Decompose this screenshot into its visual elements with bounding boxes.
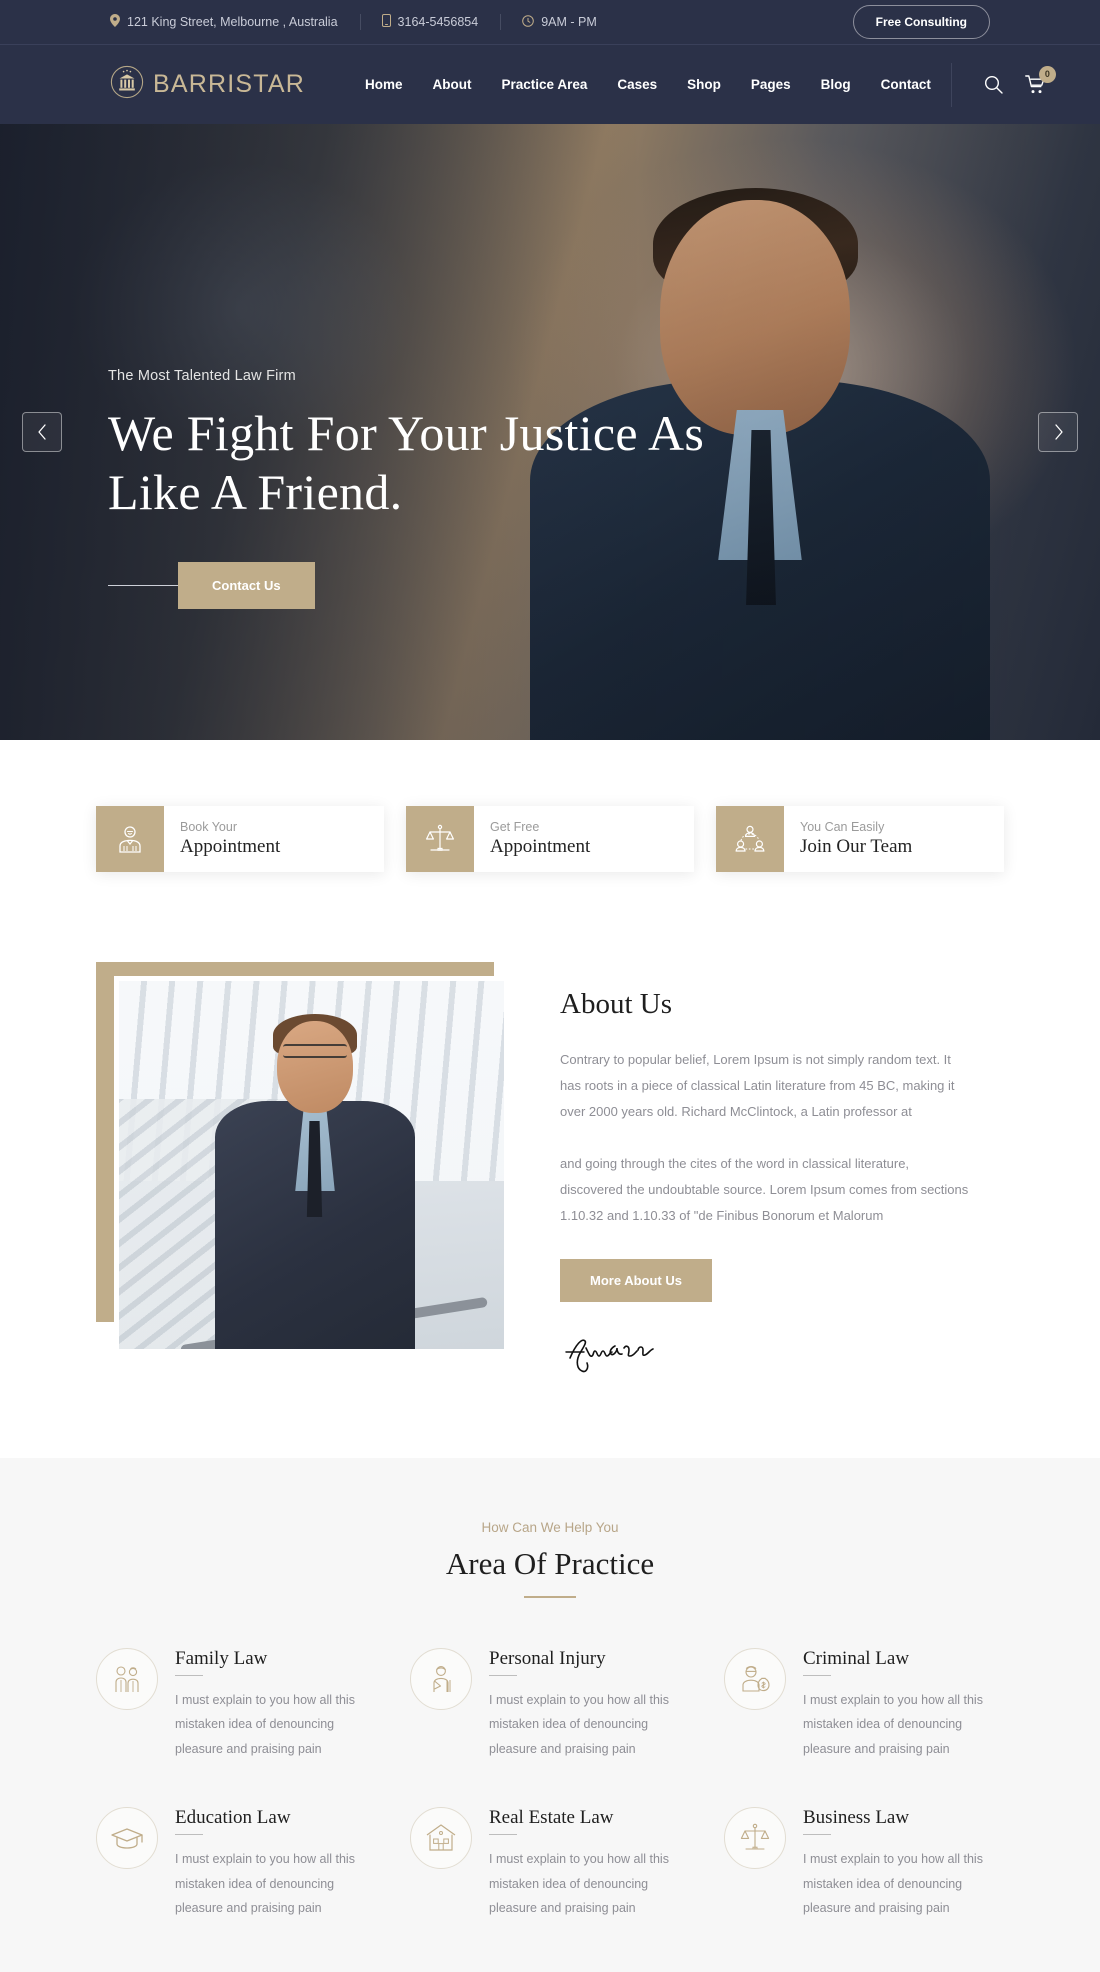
location-pin-icon [110,14,120,30]
about-section: About Us Contrary to popular belief, Lor… [0,916,1100,1458]
free-consulting-button[interactable]: Free Consulting [852,5,990,39]
feature-subtitle: Get Free [490,820,540,834]
practice-card-description: I must explain to you how all this mista… [175,1693,355,1756]
hero-title: We Fight For Your Justice As Like A Frie… [108,404,704,522]
phone-item: 3164-5456854 [360,14,501,30]
feature-title: Appointment [180,836,281,857]
practice-eyebrow: How Can We Help You [481,1520,619,1535]
courthouse-logo-icon [110,65,144,104]
practice-card-description: I must explain to you how all this mista… [803,1693,983,1756]
practice-card-personal-injury[interactable]: Personal Injury I must explain to you ho… [410,1648,690,1761]
main-navigation-bar: BARRISTAR Home About Practice Area Cases… [0,44,1100,124]
injured-person-icon [410,1648,472,1710]
top-bar: 121 King Street, Melbourne , Australia 3… [0,0,1100,44]
phone-icon [381,14,391,30]
feature-cards-row: Book Your Appointment Get Free Appointme… [0,740,1100,916]
nav-item-shop[interactable]: Shop [687,77,721,92]
hero-eyebrow: The Most Talented Law Firm [108,368,296,384]
hero-next-arrow-icon[interactable] [1038,412,1078,452]
team-icon [716,806,784,872]
person-tie-icon [96,806,164,872]
practice-card-real-estate-law[interactable]: Real Estate Law I must explain to you ho… [410,1807,690,1920]
hero-title-line-1: We Fight For Your Justice As [108,405,705,461]
about-title: About Us [560,988,672,1020]
practice-card-title: Personal Injury [489,1648,606,1669]
nav-item-practice-area[interactable]: Practice Area [502,77,588,92]
house-icon [410,1807,472,1870]
scales-icon [406,806,474,872]
address-item: 121 King Street, Melbourne , Australia [110,14,360,30]
nav-menu: Home About Practice Area Cases Shop Page… [365,77,931,92]
hero-prev-arrow-icon[interactable] [22,412,62,452]
feature-card-get-free-appointment[interactable]: Get Free Appointment [406,806,694,872]
area-of-practice-section: How Can We Help You Area Of Practice Fam… [0,1458,1100,1972]
feature-card-book-appointment[interactable]: Book Your Appointment [96,806,384,872]
practice-card-underline [489,1834,517,1836]
scales-icon [724,1807,786,1870]
family-couple-icon [96,1648,158,1710]
practice-card-underline [803,1834,831,1836]
practice-card-underline [489,1675,517,1676]
practice-card-title: Education Law [175,1807,291,1829]
practice-card-title: Real Estate Law [489,1807,614,1829]
feature-subtitle: You Can Easily [800,820,885,834]
signature-image [560,1328,1004,1374]
nav-item-cases[interactable]: Cases [617,77,657,92]
more-about-us-button[interactable]: More About Us [560,1259,712,1302]
cart-count-badge: 0 [1038,65,1056,83]
logo-wordmark: BARRISTAR [153,70,306,98]
practice-card-description: I must explain to you how all this mista… [489,1693,669,1756]
hero-content: The Most Talented Law Firm We Fight For … [108,368,704,609]
hero-slider: The Most Talented Law Firm We Fight For … [0,124,1100,740]
phone-text: 3164-5456854 [397,15,479,29]
nav-item-blog[interactable]: Blog [821,77,851,92]
about-lawyer-photo [114,976,509,1354]
practice-title-underline [524,1596,576,1598]
about-paragraph-2: and going through the cites of the word … [560,1156,969,1223]
hero-cta-line [108,585,183,586]
practice-card-underline [803,1675,831,1676]
site-logo[interactable]: BARRISTAR [110,65,305,104]
clock-icon [522,14,534,30]
practice-card-description: I must explain to you how all this mista… [803,1852,983,1915]
hours-item: 9AM - PM [500,14,619,30]
hero-contact-us-button[interactable]: Contact Us [178,562,315,609]
practice-header: How Can We Help You Area Of Practice [96,1520,1004,1598]
address-text: 121 King Street, Melbourne , Australia [127,15,338,29]
practice-card-family-law[interactable]: Family Law I must explain to you how all… [96,1648,376,1761]
practice-card-underline [175,1675,203,1676]
practice-card-criminal-law[interactable]: Criminal Law I must explain to you how a… [724,1648,1004,1761]
about-paragraph-1: Contrary to popular belief, Lorem Ipsum … [560,1052,955,1119]
nav-item-about[interactable]: About [433,77,472,92]
nav-item-home[interactable]: Home [365,77,403,92]
practice-card-title: Family Law [175,1648,268,1669]
feature-title: Join Our Team [800,836,913,857]
practice-card-underline [175,1834,203,1836]
practice-card-title: Criminal Law [803,1648,910,1669]
practice-card-description: I must explain to you how all this mista… [175,1852,355,1915]
practice-title: Area Of Practice [445,1546,655,1581]
hours-text: 9AM - PM [541,15,597,29]
feature-card-join-our-team[interactable]: You Can Easily Join Our Team [716,806,1004,872]
practice-cards-grid: Family Law I must explain to you how all… [96,1648,1004,1920]
burglar-moneybag-icon [724,1648,786,1710]
hero-title-line-2: Like A Friend. [108,464,403,520]
graduation-cap-icon [96,1807,158,1870]
practice-card-education-law[interactable]: Education Law I must explain to you how … [96,1807,376,1920]
cart-icon[interactable]: 0 [1025,65,1056,95]
feature-title: Appointment [490,836,591,857]
about-image-wrapper [96,962,509,1374]
search-icon[interactable] [984,75,1003,94]
practice-card-title: Business Law [803,1807,910,1829]
practice-card-business-law[interactable]: Business Law I must explain to you how a… [724,1807,1004,1920]
nav-actions: 0 [950,62,1056,107]
practice-card-description: I must explain to you how all this mista… [489,1852,669,1915]
feature-subtitle: Book Your [180,820,237,834]
about-text-block: About Us Contrary to popular belief, Lor… [560,962,1004,1374]
topbar-info-group: 121 King Street, Melbourne , Australia 3… [110,14,619,30]
nav-item-contact[interactable]: Contact [881,77,931,92]
nav-item-pages[interactable]: Pages [751,77,791,92]
